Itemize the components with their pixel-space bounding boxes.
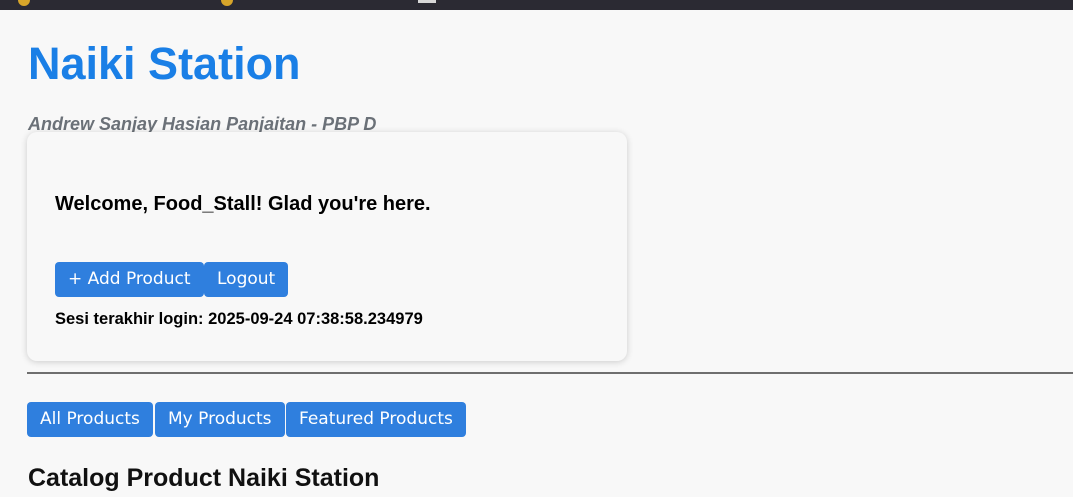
section-divider (27, 372, 1073, 374)
browser-text-cursor (418, 0, 436, 3)
welcome-card: Welcome, Food_Stall! Glad you're here. +… (27, 132, 627, 361)
add-product-button[interactable]: + Add Product (55, 262, 204, 297)
site-title: Naiki Station (28, 38, 301, 89)
browser-tab-icon (18, 0, 30, 6)
browser-toolbar-strip (0, 0, 1073, 10)
all-products-button[interactable]: All Products (27, 402, 153, 437)
welcome-message: Welcome, Food_Stall! Glad you're here. (55, 193, 431, 215)
featured-products-button[interactable]: Featured Products (286, 402, 466, 437)
my-products-button[interactable]: My Products (155, 402, 285, 437)
logout-button[interactable]: Logout (204, 262, 289, 297)
last-login-text: Sesi terakhir login: 2025-09-24 07:38:58… (55, 310, 423, 328)
catalog-title: Catalog Product Naiki Station (28, 464, 380, 492)
browser-tab-icon (221, 0, 233, 6)
